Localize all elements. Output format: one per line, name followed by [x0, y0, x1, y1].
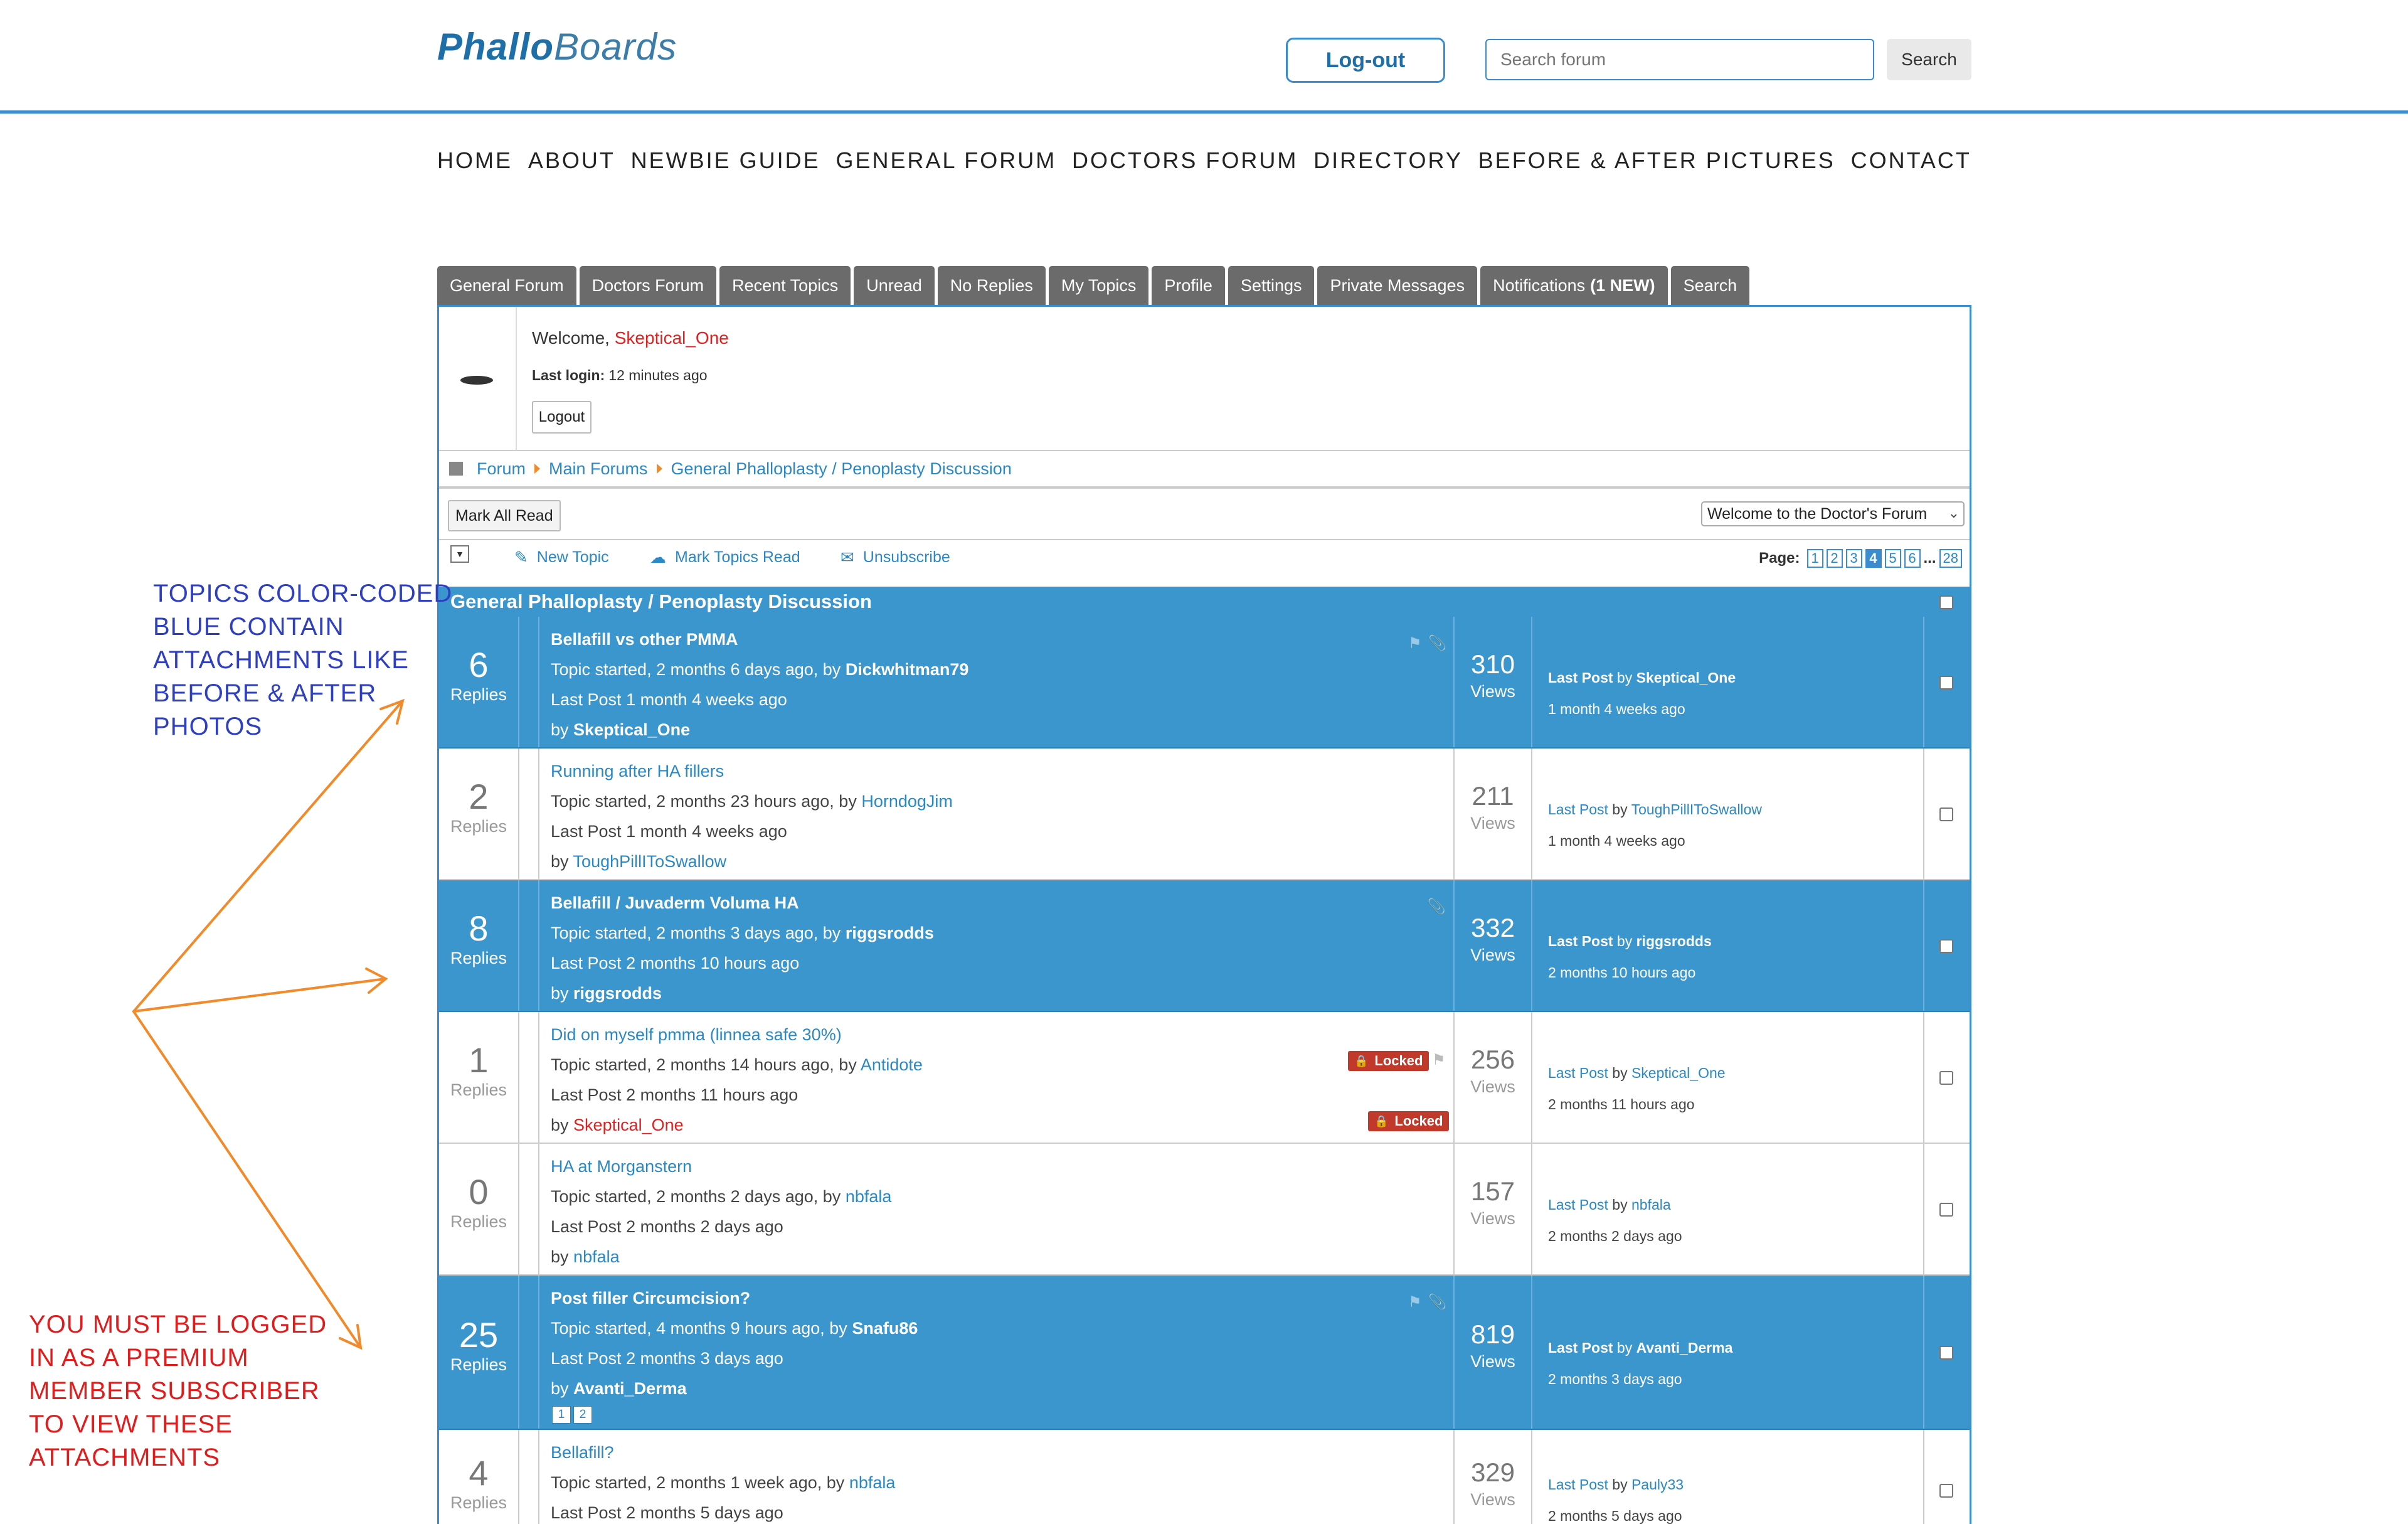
- arrow-line: [132, 978, 387, 1013]
- annotation-arrows: [132, 698, 405, 1350]
- arrow-line: [132, 1010, 362, 1349]
- arrow-line: [132, 700, 404, 1013]
